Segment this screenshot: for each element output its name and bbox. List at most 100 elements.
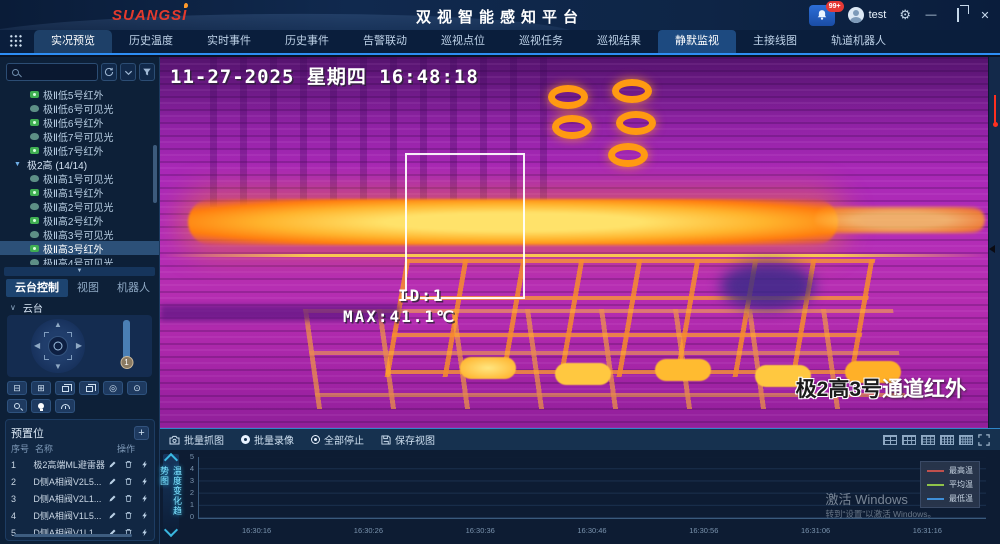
preset-row-2[interactable]: 2D侧A相阀V2L5... — [11, 473, 149, 490]
goto-icon[interactable] — [140, 511, 149, 520]
legend-item-0[interactable]: 最高温 — [927, 465, 973, 476]
tree-item-label: 极2高 (14/14) — [27, 157, 87, 172]
iris-close-button[interactable]: ⊙ — [127, 381, 147, 395]
zoom-out-button[interactable]: ⊟ — [7, 381, 27, 395]
ptz-joystick[interactable]: ▲ ▼ ◀ ▶ — [31, 319, 85, 373]
y-tick-label: 5 — [182, 452, 194, 461]
goto-icon[interactable] — [140, 477, 149, 486]
delete-icon[interactable] — [124, 494, 133, 503]
preset-scrollbar[interactable] — [14, 534, 132, 537]
tree-item-1[interactable]: 极Ⅱ低6号可见光 — [0, 101, 159, 115]
goto-icon[interactable] — [140, 494, 149, 503]
batch-record-button[interactable]: 批量录像 — [241, 432, 294, 447]
preset-row-1[interactable]: 1极2高端ML避雷器 — [11, 456, 149, 473]
goto-icon[interactable] — [140, 460, 149, 469]
ptz-section-header[interactable]: ∨ 云台 — [10, 300, 43, 315]
legend-item-1[interactable]: 平均温 — [927, 479, 973, 490]
joystick-up-arrow[interactable]: ▲ — [54, 321, 62, 329]
tab-silent-monitor[interactable]: 静默监视 — [658, 30, 736, 53]
osd-timestamp: 11-27-2025 星期四 16:48:18 — [170, 62, 479, 89]
device-search-row — [6, 63, 155, 81]
batch-snapshot-button[interactable]: 批量抓图 — [169, 432, 224, 447]
joystick-down-arrow[interactable]: ▼ — [54, 363, 62, 371]
tree-item-3[interactable]: 极Ⅱ低7号可见光 — [0, 129, 159, 143]
user-avatar[interactable] — [848, 7, 864, 23]
notification-bell-button[interactable]: 99+ — [809, 5, 835, 26]
layout-16-icon[interactable] — [940, 435, 954, 445]
expand-button[interactable] — [120, 63, 136, 81]
tab-main-wiring-diagram[interactable]: 主接线图 — [736, 30, 814, 53]
filter-button[interactable] — [139, 63, 155, 81]
magnify-button[interactable] — [7, 399, 27, 413]
tab-alarm-linkage[interactable]: 告警联动 — [346, 30, 424, 53]
tree-item-4[interactable]: 极Ⅱ低7号红外 — [0, 143, 159, 157]
focus-near-button[interactable] — [55, 381, 75, 395]
tree-item-10[interactable]: 极Ⅱ高3号可见光 — [0, 227, 159, 241]
delete-icon[interactable] — [124, 460, 133, 469]
tree-scrollbar[interactable] — [153, 145, 157, 203]
refresh-button[interactable] — [101, 63, 117, 81]
focus-far-button[interactable] — [79, 381, 99, 395]
iris-open-button[interactable]: ◎ — [103, 381, 123, 395]
tab-patrol-tasks[interactable]: 巡视任务 — [502, 30, 580, 53]
tree-collapse-bar[interactable]: ▼ — [4, 267, 155, 276]
tree-item-6[interactable]: 极Ⅱ高1号可见光 — [0, 171, 159, 185]
layout-6-icon[interactable] — [902, 435, 916, 445]
delete-icon[interactable] — [124, 477, 133, 486]
ptz-tab-1[interactable]: 视图 — [68, 279, 108, 297]
temperature-scale-strip[interactable] — [988, 57, 1000, 428]
restore-button[interactable] — [951, 9, 965, 21]
ptz-tab-2[interactable]: 机器人 — [108, 279, 159, 297]
joystick-right-arrow[interactable]: ▶ — [76, 342, 82, 350]
preset-row-4[interactable]: 4D侧A相阀V1L5... — [11, 507, 149, 524]
tab-realtime-events[interactable]: 实时事件 — [190, 30, 268, 53]
tab-history-temperature[interactable]: 历史温度 — [112, 30, 190, 53]
tree-item-2[interactable]: 极Ⅱ低6号红外 — [0, 115, 159, 129]
tree-item-8[interactable]: 极Ⅱ高2号可见光 — [0, 199, 159, 213]
edit-icon[interactable] — [108, 460, 117, 469]
light-button[interactable] — [31, 399, 51, 413]
tree-item-11[interactable]: 极Ⅱ高3号红外 — [0, 241, 159, 255]
apps-grid-icon[interactable] — [9, 34, 22, 47]
tab-patrol-results[interactable]: 巡视结果 — [580, 30, 658, 53]
tree-item-5[interactable]: ▼极2高 (14/14) — [0, 157, 159, 171]
goto-icon[interactable] — [140, 528, 149, 537]
ptz-tab-0[interactable]: 云台控制 — [6, 279, 68, 297]
preset-row-3[interactable]: 3D侧A相阀V2L1... — [11, 490, 149, 507]
add-preset-button[interactable]: + — [134, 426, 149, 440]
tree-item-0[interactable]: 极Ⅱ低5号红外 — [0, 87, 159, 101]
layout-9-icon[interactable] — [921, 435, 935, 445]
wiper-button[interactable] — [55, 399, 75, 413]
settings-gear-icon[interactable]: ⚙ — [899, 7, 911, 23]
delete-icon[interactable] — [124, 511, 133, 520]
thermal-video-view[interactable]: 11-27-2025 星期四 16:48:18 ID:1 MAX:41.1℃ 极… — [160, 57, 988, 428]
stop-all-button[interactable]: 全部停止 — [311, 432, 364, 447]
scale-pointer-icon[interactable] — [989, 245, 995, 253]
roi-rectangle[interactable] — [405, 153, 525, 299]
save-view-button[interactable]: 保存视图 — [381, 432, 435, 447]
edit-icon[interactable] — [108, 511, 117, 520]
close-button[interactable]: ✕ — [978, 9, 992, 22]
camera-ir-icon — [30, 245, 39, 252]
tab-history-events[interactable]: 历史事件 — [268, 30, 346, 53]
joystick-center-button[interactable] — [48, 336, 68, 356]
edit-icon[interactable] — [108, 494, 117, 503]
minimize-button[interactable]: — — [924, 9, 938, 21]
tab-rail-robot[interactable]: 轨道机器人 — [814, 30, 903, 53]
ptz-button-row-1: ⊟ ⊞ ◎ ⊙ — [7, 381, 147, 395]
zoom-in-button[interactable]: ⊞ — [31, 381, 51, 395]
layout-4-icon[interactable] — [883, 435, 897, 445]
tree-item-9[interactable]: 极Ⅱ高2号红外 — [0, 213, 159, 227]
preset-row-5[interactable]: 5D侧A相阀V1L1... — [11, 524, 149, 541]
joystick-left-arrow[interactable]: ◀ — [34, 342, 40, 350]
tab-patrol-points[interactable]: 巡视点位 — [424, 30, 502, 53]
slider-handle[interactable]: 1 — [120, 356, 133, 369]
tab-live-preview[interactable]: 实况预览 — [34, 30, 112, 53]
tree-item-12[interactable]: 极Ⅱ高4号可见光 — [0, 255, 159, 265]
search-input[interactable] — [6, 63, 98, 81]
tree-item-7[interactable]: 极Ⅱ高1号红外 — [0, 185, 159, 199]
layout-25-icon[interactable] — [959, 435, 973, 445]
fullscreen-icon[interactable] — [978, 434, 990, 446]
ptz-speed-slider[interactable]: 1 — [123, 320, 130, 360]
edit-icon[interactable] — [108, 477, 117, 486]
